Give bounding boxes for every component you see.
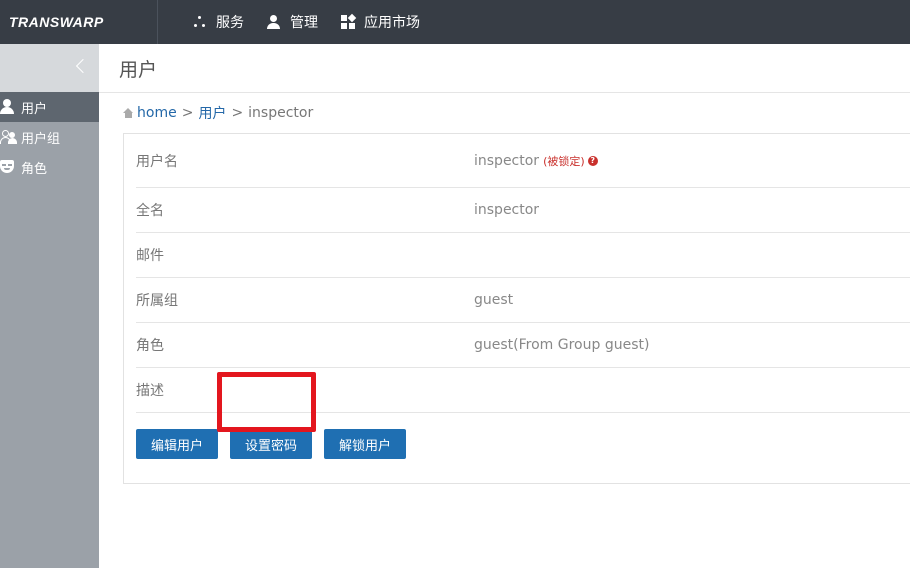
user-icon [0,99,16,115]
sidebar-item-user-groups[interactable]: 用户组 [0,122,99,152]
breadcrumb-users-link[interactable]: 用户 [198,103,226,123]
main-content: 用户 home > 用户 > inspector 用户名 inspector (… [99,44,910,568]
top-navbar: TRANSWARP 服务 管理 应用市场 [0,0,910,44]
nav-manage-label: 管理 [290,15,318,31]
sidebar-collapse-toggle[interactable] [0,44,99,92]
edit-user-button[interactable]: 编辑用户 [136,429,218,459]
nav-services[interactable]: 服务 [192,12,244,32]
nav-services-label: 服务 [216,15,244,31]
page-header: 用户 [99,44,910,93]
detail-label: 角色 [136,338,164,354]
detail-value: guest(From Group guest) [474,337,650,353]
breadcrumb: home > 用户 > inspector [99,93,910,133]
breadcrumb-separator: > [231,105,244,121]
detail-row-username: 用户名 inspector (被锁定) ? [136,134,910,188]
action-buttons: 编辑用户 设置密码 解锁用户 [136,429,418,459]
username-value: inspector [474,152,540,169]
sidebar: 用户 用户组 角色 [0,44,99,568]
detail-label: 所属组 [136,293,178,309]
sidebar-item-label: 用户 [21,101,48,117]
detail-value: inspector (被锁定) ? [474,153,598,169]
services-icon [192,14,208,30]
person-icon [266,14,282,30]
detail-row-fullname: 全名 inspector [136,188,910,233]
page-title: 用户 [119,58,158,81]
brand-logo[interactable]: TRANSWARP [0,0,158,44]
detail-label: 用户名 [136,153,178,170]
sidebar-item-label: 角色 [21,161,48,177]
unlock-user-button[interactable]: 解锁用户 [324,429,406,459]
breadcrumb-home-link[interactable]: home [137,105,177,121]
highlight-box [217,372,316,432]
user-group-icon [0,129,17,145]
set-password-button[interactable]: 设置密码 [230,429,312,459]
breadcrumb-separator: > [181,105,194,121]
app-market-icon [340,13,357,30]
nav-app-market-label: 应用市场 [364,15,420,31]
breadcrumb-current: inspector [248,105,314,121]
chevron-left-icon [75,58,91,74]
detail-row-roles: 角色 guest(From Group guest) [136,323,910,368]
nav-app-market[interactable]: 应用市场 [340,12,420,32]
detail-row-groups: 所属组 guest [136,278,910,323]
role-mask-icon [0,159,16,175]
help-icon[interactable]: ? [587,155,598,166]
detail-value: guest [474,292,514,308]
brand-logo-text: TRANSWARP [9,14,104,30]
nav-manage[interactable]: 管理 [266,12,318,32]
detail-value: inspector [474,202,540,218]
locked-badge: (被锁定) [543,154,585,168]
detail-label: 邮件 [136,248,164,264]
detail-row-email: 邮件 [136,233,910,278]
detail-label: 全名 [136,203,164,219]
sidebar-item-roles[interactable]: 角色 [0,152,99,182]
sidebar-item-label: 用户组 [21,131,61,147]
sidebar-item-users[interactable]: 用户 [0,92,99,122]
home-icon [123,108,134,118]
top-nav: 服务 管理 应用市场 [158,0,442,44]
